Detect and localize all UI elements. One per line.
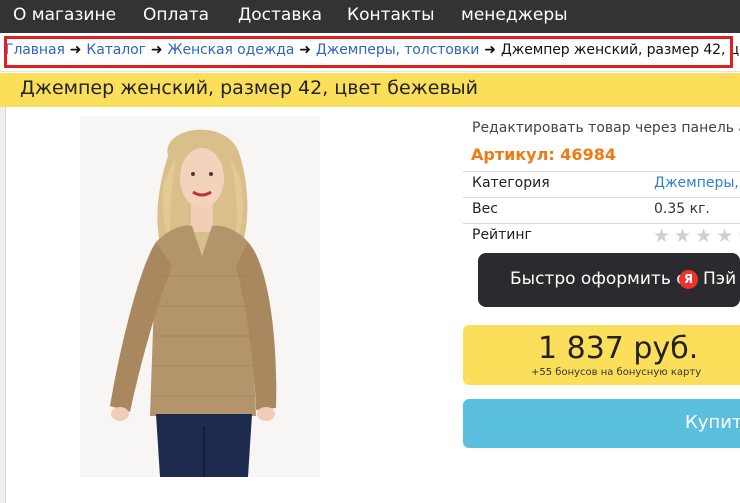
spec-label: Категория	[472, 175, 550, 191]
pay-button-label: Быстро оформить с	[510, 269, 686, 289]
nav-item-contacts[interactable]: Контакты	[347, 0, 435, 33]
woman-in-sweater-photo	[80, 116, 320, 477]
star-icon[interactable]: ★	[716, 225, 737, 247]
breadcrumb-bar: Главная ➜ Каталог ➜ Женская одежда ➜ Джемперы,…	[0, 33, 740, 72]
top-navigation: О магазине Оплата Доставка Контакты мене…	[0, 0, 740, 33]
star-icon[interactable]: ★	[695, 225, 716, 247]
nav-item-delivery[interactable]: Доставка	[238, 0, 322, 33]
left-gutter	[0, 107, 6, 503]
product-image[interactable]	[80, 116, 320, 477]
buy-button-label: Купить	[685, 412, 740, 433]
page-title: Джемпер женский, размер 42, цвет бежевый	[20, 77, 478, 99]
star-icon[interactable]: ★	[653, 225, 674, 247]
spec-value-category-link[interactable]: Джемперы, т	[654, 175, 740, 191]
nav-item-managers[interactable]: менеджеры	[461, 0, 568, 33]
breadcrumb-highlight-frame	[4, 36, 733, 68]
yandex-logo-icon: Я	[679, 270, 698, 289]
spec-label: Рейтинг	[472, 227, 532, 243]
yandex-pay-button[interactable]: Быстро оформить с Я Пэй	[478, 253, 740, 307]
star-icon[interactable]: ★	[674, 225, 695, 247]
pay-brand-label: Пэй	[703, 269, 737, 289]
spec-value-weight: 0.35 кг.	[654, 201, 710, 217]
bonus-note: +55 бонусов на бонусную карту	[531, 367, 702, 378]
product-sku: Артикул: 46984	[471, 145, 616, 164]
product-price: 1 837 руб.	[538, 331, 699, 366]
spec-row-weight: Вес 0.35 кг.	[463, 197, 740, 223]
spec-label: Вес	[472, 201, 498, 217]
spec-row-category: Категория Джемперы, т	[463, 171, 740, 197]
rating-stars: ★★★★★	[653, 225, 740, 247]
price-box: 1 837 руб. +55 бонусов на бонусную карту	[463, 325, 740, 385]
edit-product-link[interactable]: Редактировать товар через панель адм	[472, 120, 740, 136]
nav-item-payment[interactable]: Оплата	[143, 0, 209, 33]
buy-button[interactable]: Купить	[463, 399, 740, 448]
spec-row-rating: Рейтинг ★★★★★	[463, 223, 740, 249]
product-title-bar: Джемпер женский, размер 42, цвет бежевый	[0, 73, 740, 107]
nav-item-about[interactable]: О магазине	[13, 0, 116, 33]
